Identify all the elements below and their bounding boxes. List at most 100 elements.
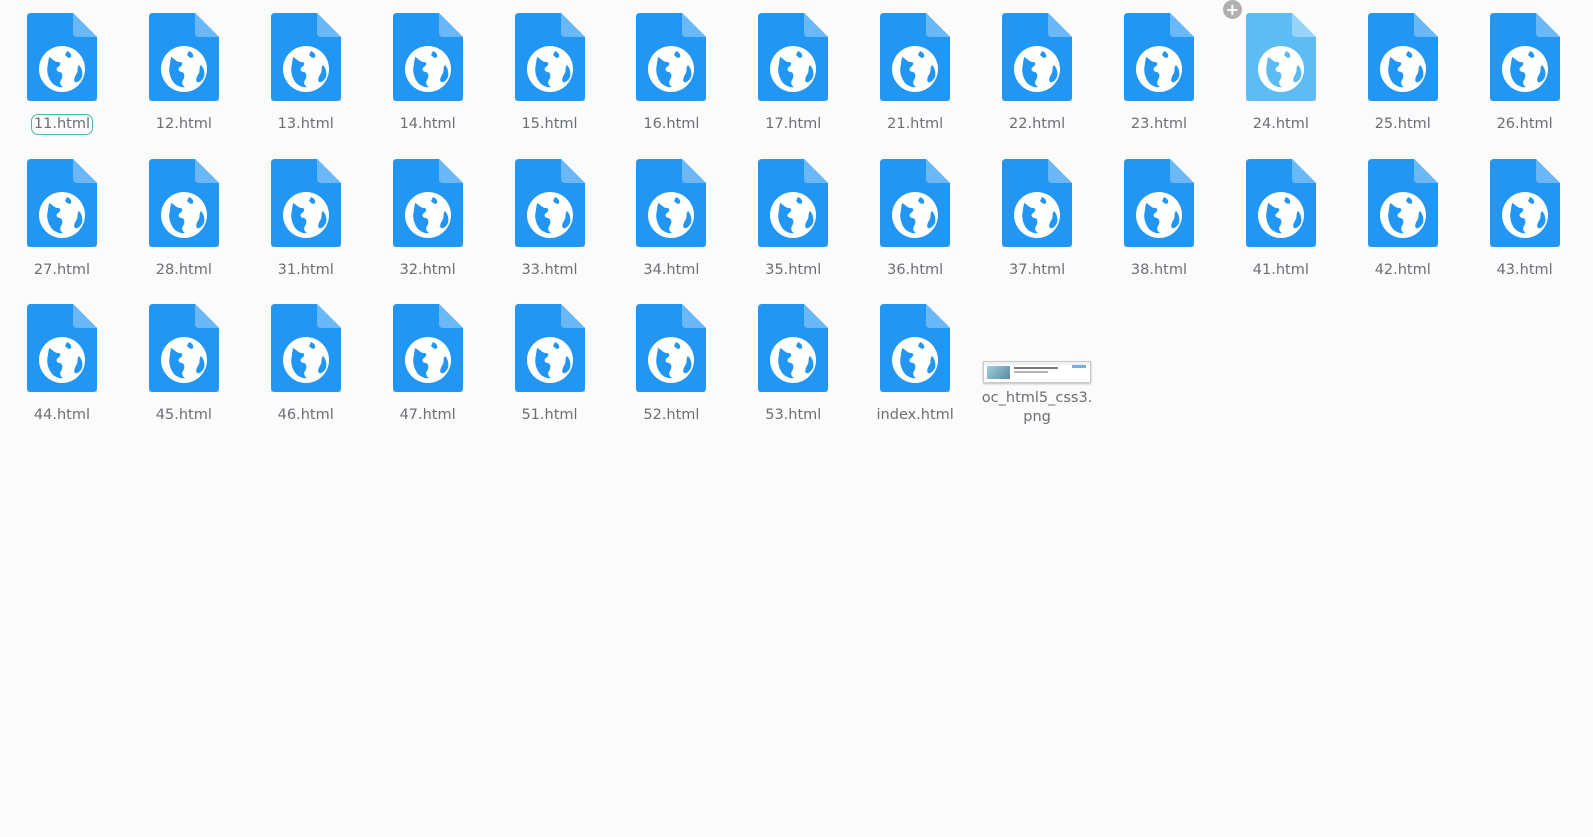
globe-document-icon xyxy=(634,302,708,394)
globe-document-icon xyxy=(391,157,465,249)
globe-document-icon xyxy=(25,157,99,249)
globe-document-icon xyxy=(1366,157,1440,249)
file-item[interactable]: 33.html xyxy=(488,157,610,303)
file-item[interactable]: 28.html xyxy=(122,157,244,303)
file-name-label: index.html xyxy=(876,407,954,423)
globe-document-icon xyxy=(1366,11,1440,103)
globe-document-icon: + xyxy=(1222,0,1318,103)
file-name-label: 24.html xyxy=(1252,116,1309,132)
file-name-label: 13.html xyxy=(277,116,334,132)
file-item[interactable]: 27.html xyxy=(0,157,122,303)
file-name-label: 35.html xyxy=(765,261,822,278)
file-name-label: 42.html xyxy=(1374,261,1431,278)
file-item[interactable]: 15.html xyxy=(488,11,610,157)
file-item[interactable]: 41.html xyxy=(1219,157,1341,303)
globe-document-icon xyxy=(634,157,708,249)
file-name-label: 14.html xyxy=(399,116,456,132)
globe-document-icon xyxy=(513,157,587,249)
file-name-label: 33.html xyxy=(521,261,578,278)
file-item[interactable]: 34.html xyxy=(609,157,731,303)
file-name-label: 36.html xyxy=(887,261,944,278)
image-thumbnail xyxy=(983,361,1092,383)
file-item[interactable]: 53.html xyxy=(731,302,853,448)
file-name-label: oc_html5_css3.png xyxy=(981,390,1093,425)
file-name-label: 31.html xyxy=(277,261,334,278)
file-name-label: 37.html xyxy=(1009,261,1066,278)
file-name-label: 12.html xyxy=(155,116,212,132)
file-name-label: 15.html xyxy=(521,116,578,132)
file-item[interactable]: 37.html xyxy=(975,157,1097,303)
file-item[interactable]: 25.html xyxy=(1341,11,1463,157)
file-item[interactable]: 26.html xyxy=(1463,11,1585,157)
globe-document-icon xyxy=(1244,157,1318,249)
file-item[interactable]: 51.html xyxy=(488,302,610,448)
file-item[interactable]: 31.html xyxy=(244,157,366,303)
file-name-label: 17.html xyxy=(765,116,822,132)
file-item[interactable]: 14.html xyxy=(366,11,488,157)
file-item[interactable]: 35.html xyxy=(731,157,853,303)
file-name-label: 11.html xyxy=(30,114,93,135)
file-name-label: 27.html xyxy=(33,261,90,278)
file-item[interactable]: oc_html5_css3.png xyxy=(975,302,1097,448)
file-grid: 11.html 12.html 13.html 14.html 15.html … xyxy=(0,0,1585,448)
globe-document-icon xyxy=(25,302,99,394)
file-item[interactable]: 38.html xyxy=(1097,157,1219,303)
file-item[interactable]: 22.html xyxy=(975,11,1097,157)
globe-document-icon xyxy=(634,11,708,103)
file-name-label: 46.html xyxy=(277,407,334,423)
plus-icon[interactable]: + xyxy=(1222,0,1242,19)
file-item[interactable]: 17.html xyxy=(731,11,853,157)
globe-document-icon xyxy=(756,11,830,103)
file-name-label: 25.html xyxy=(1374,116,1431,132)
globe-document-icon xyxy=(756,157,830,249)
globe-document-icon xyxy=(269,302,343,394)
file-item[interactable]: 11.html xyxy=(0,11,122,157)
file-item[interactable]: 23.html xyxy=(1097,11,1219,157)
globe-document-icon xyxy=(878,157,952,249)
file-name-label: 51.html xyxy=(521,407,578,423)
globe-document-icon xyxy=(1488,11,1562,103)
file-item[interactable]: 32.html xyxy=(366,157,488,303)
file-name-label: 45.html xyxy=(155,407,212,423)
file-name-label: 21.html xyxy=(887,116,944,132)
globe-document-icon xyxy=(147,11,221,103)
globe-document-icon xyxy=(269,157,343,249)
file-item[interactable]: 42.html xyxy=(1341,157,1463,303)
globe-document-icon xyxy=(1000,11,1074,103)
file-item[interactable]: index.html xyxy=(853,302,975,448)
globe-document-icon xyxy=(1488,157,1562,249)
globe-document-icon xyxy=(513,11,587,103)
globe-document-icon xyxy=(391,11,465,103)
globe-document-icon xyxy=(147,302,221,394)
file-name-label: 34.html xyxy=(643,261,700,278)
file-item[interactable]: 12.html xyxy=(122,11,244,157)
file-item[interactable]: 45.html xyxy=(122,302,244,448)
file-item[interactable]: 36.html xyxy=(853,157,975,303)
globe-document-icon xyxy=(878,11,952,103)
file-item[interactable]: 46.html xyxy=(244,302,366,448)
file-name-label: 38.html xyxy=(1130,261,1187,278)
file-name-label: 44.html xyxy=(33,407,90,423)
file-name-label: 47.html xyxy=(399,407,456,423)
file-name-label: 23.html xyxy=(1130,116,1187,132)
globe-document-icon xyxy=(25,11,99,103)
globe-document-icon xyxy=(513,302,587,394)
globe-document-icon xyxy=(391,302,465,394)
file-name-label: 26.html xyxy=(1496,116,1553,132)
file-item[interactable]: 16.html xyxy=(609,11,731,157)
file-item[interactable]: 52.html xyxy=(609,302,731,448)
globe-document-icon xyxy=(1000,157,1074,249)
file-name-label: 28.html xyxy=(155,261,212,278)
globe-document-icon xyxy=(1122,11,1196,103)
file-name-label: 22.html xyxy=(1009,116,1066,132)
file-item[interactable]: 43.html xyxy=(1463,157,1585,303)
file-name-label: 16.html xyxy=(643,116,700,132)
file-item[interactable]: 44.html xyxy=(0,302,122,448)
file-item[interactable]: 13.html xyxy=(244,11,366,157)
globe-document-icon xyxy=(878,302,952,394)
file-name-label: 41.html xyxy=(1252,261,1309,278)
file-item[interactable]: 47.html xyxy=(366,302,488,448)
file-item[interactable]: 21.html xyxy=(853,11,975,157)
globe-document-icon xyxy=(1122,157,1196,249)
file-item[interactable]: + 24.html xyxy=(1219,0,1341,157)
